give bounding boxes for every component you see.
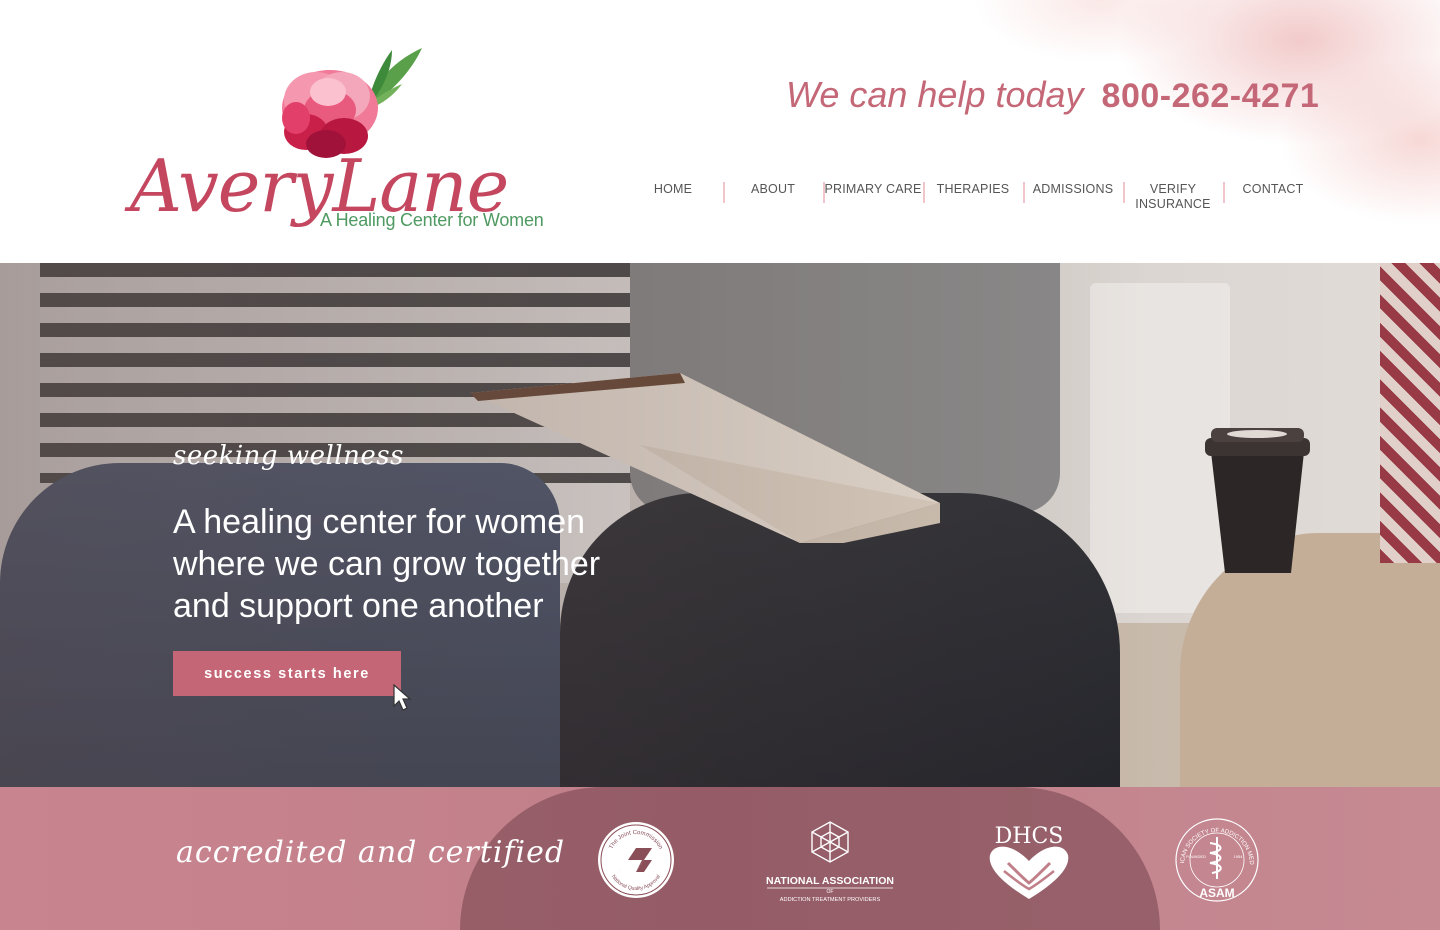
nav-item-admissions[interactable]: ADMISSIONS	[1023, 182, 1123, 212]
dhcs-logo-icon: DHCS	[986, 821, 1072, 903]
asam-abbr-text: ASAM	[1199, 886, 1234, 900]
phone-number-link[interactable]: 800-262-4271	[1102, 77, 1320, 116]
accreditation-label: accredited and certified	[176, 835, 566, 870]
site-header: AveryLane A Healing Center for Women We …	[0, 0, 1440, 263]
main-nav: HOME ABOUT PRIMARY CARE THERAPIES ADMISS…	[623, 182, 1323, 212]
hero-headline-line: and support one another	[173, 587, 544, 625]
joint-commission-seal-icon: The Joint Commission National Quality Ap…	[596, 820, 676, 900]
naatp-line3: ADDICTION TREATMENT PROVIDERS	[780, 897, 881, 903]
nav-item-therapies[interactable]: THERAPIES	[923, 182, 1023, 212]
asam-seal-icon: AMERICAN SOCIETY OF ADDICTION MEDICINE F…	[1174, 817, 1260, 903]
hero-eyebrow: seeking wellness	[173, 441, 404, 471]
hero-headline: A healing center for women where we can …	[173, 501, 733, 627]
hero-section: seeking wellness A healing center for wo…	[0, 263, 1440, 787]
success-starts-here-button[interactable]: success starts here	[173, 651, 401, 696]
naatp-line1: NATIONAL ASSOCIATION	[766, 875, 894, 887]
dhcs-wordmark: DHCS	[995, 824, 1064, 849]
watercolor-decoration	[900, 0, 1440, 263]
nav-item-contact[interactable]: CONTACT	[1223, 182, 1323, 212]
naatp-logo-icon: NATIONAL ASSOCIATION OF ADDICTION TREATM…	[765, 820, 895, 904]
hero-headline-line: A healing center for women	[173, 503, 586, 541]
asam-founded-text: FOUNDED	[1186, 854, 1206, 859]
logo-tagline: A Healing Center for Women	[320, 210, 544, 230]
asam-year-text: 1954	[1234, 854, 1244, 859]
naatp-line2: OF	[827, 889, 834, 895]
mouse-pointer-icon	[393, 684, 412, 711]
nav-item-primary-care[interactable]: PRIMARY CARE	[823, 182, 923, 212]
contact-callout: We can help today 800-262-4271	[786, 74, 1319, 118]
nav-item-verify-insurance[interactable]: VERIFY INSURANCE	[1123, 182, 1223, 212]
site-logo[interactable]: AveryLane A Healing Center for Women	[130, 40, 544, 245]
hero-headline-line: where we can grow together	[173, 545, 601, 583]
accreditation-band: accredited and certified The Joint Commi…	[0, 787, 1440, 930]
nav-item-home[interactable]: HOME	[623, 182, 723, 212]
help-text: We can help today	[786, 74, 1084, 115]
nav-item-about[interactable]: ABOUT	[723, 182, 823, 212]
